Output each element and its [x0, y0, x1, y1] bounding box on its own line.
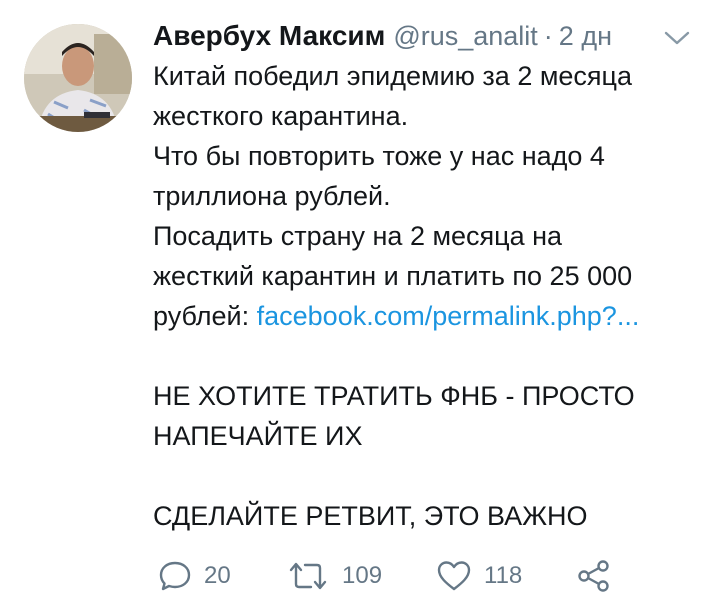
tweet-line: Что бы повторить тоже у нас надо 4 — [153, 141, 605, 171]
share-button[interactable] — [576, 558, 612, 594]
tweet-actions: 20 109 118 — [158, 558, 628, 594]
author-handle[interactable]: @rus_analit — [393, 16, 537, 56]
author-name[interactable]: Авербух Максим — [153, 16, 385, 56]
like-button[interactable]: 118 — [436, 558, 522, 594]
avatar[interactable] — [24, 24, 132, 132]
tweet-text: Китай победил эпидемию за 2 месяца жестк… — [153, 56, 713, 536]
tweet-line-prefix: рублей: — [153, 301, 257, 331]
tweet-line: жесткий карантин и платить по 25 000 — [153, 261, 633, 291]
tweet-line: жесткого карантина. — [153, 101, 409, 131]
reply-icon — [159, 561, 191, 591]
retweet-icon — [289, 562, 327, 590]
reply-button[interactable]: 20 — [158, 558, 231, 594]
tweet-header: Авербух Максим @rus_analit · 2 дн — [153, 16, 612, 56]
tweet-caps-line: НЕ ХОТИТЕ ТРАТИТЬ ФНБ - ПРОСТО — [153, 381, 635, 411]
share-icon — [578, 560, 609, 592]
tweet-caps-line: СДЕЛАЙТЕ РЕТВИТ, ЭТО ВАЖНО — [153, 501, 588, 531]
like-count: 118 — [484, 562, 523, 589]
header-separator: · — [543, 21, 553, 51]
tweet-caps-line: НАПЕЧАЙТЕ ИХ — [153, 421, 363, 451]
tweet-timestamp[interactable]: 2 дн — [559, 16, 612, 56]
tweet-line: Китай победил эпидемию за 2 месяца — [153, 61, 633, 91]
retweet-count: 109 — [342, 562, 383, 589]
chevron-down-icon[interactable] — [663, 29, 691, 47]
retweet-button[interactable]: 109 — [286, 558, 382, 594]
tweet-line: триллиона рублей. — [153, 181, 391, 211]
tweet-line: Посадить страну на 2 месяца на — [153, 221, 563, 251]
reply-count: 20 — [204, 562, 231, 589]
heart-icon — [437, 561, 471, 591]
avatar-photo — [24, 24, 132, 132]
tweet-link[interactable]: facebook.com/permalink.php?... — [257, 301, 640, 331]
tweet[interactable]: Авербух Максим @rus_analit · 2 дн Китай … — [0, 0, 720, 611]
tweet-line-with-link: рублей: facebook.com/permalink.php?... — [153, 296, 713, 336]
